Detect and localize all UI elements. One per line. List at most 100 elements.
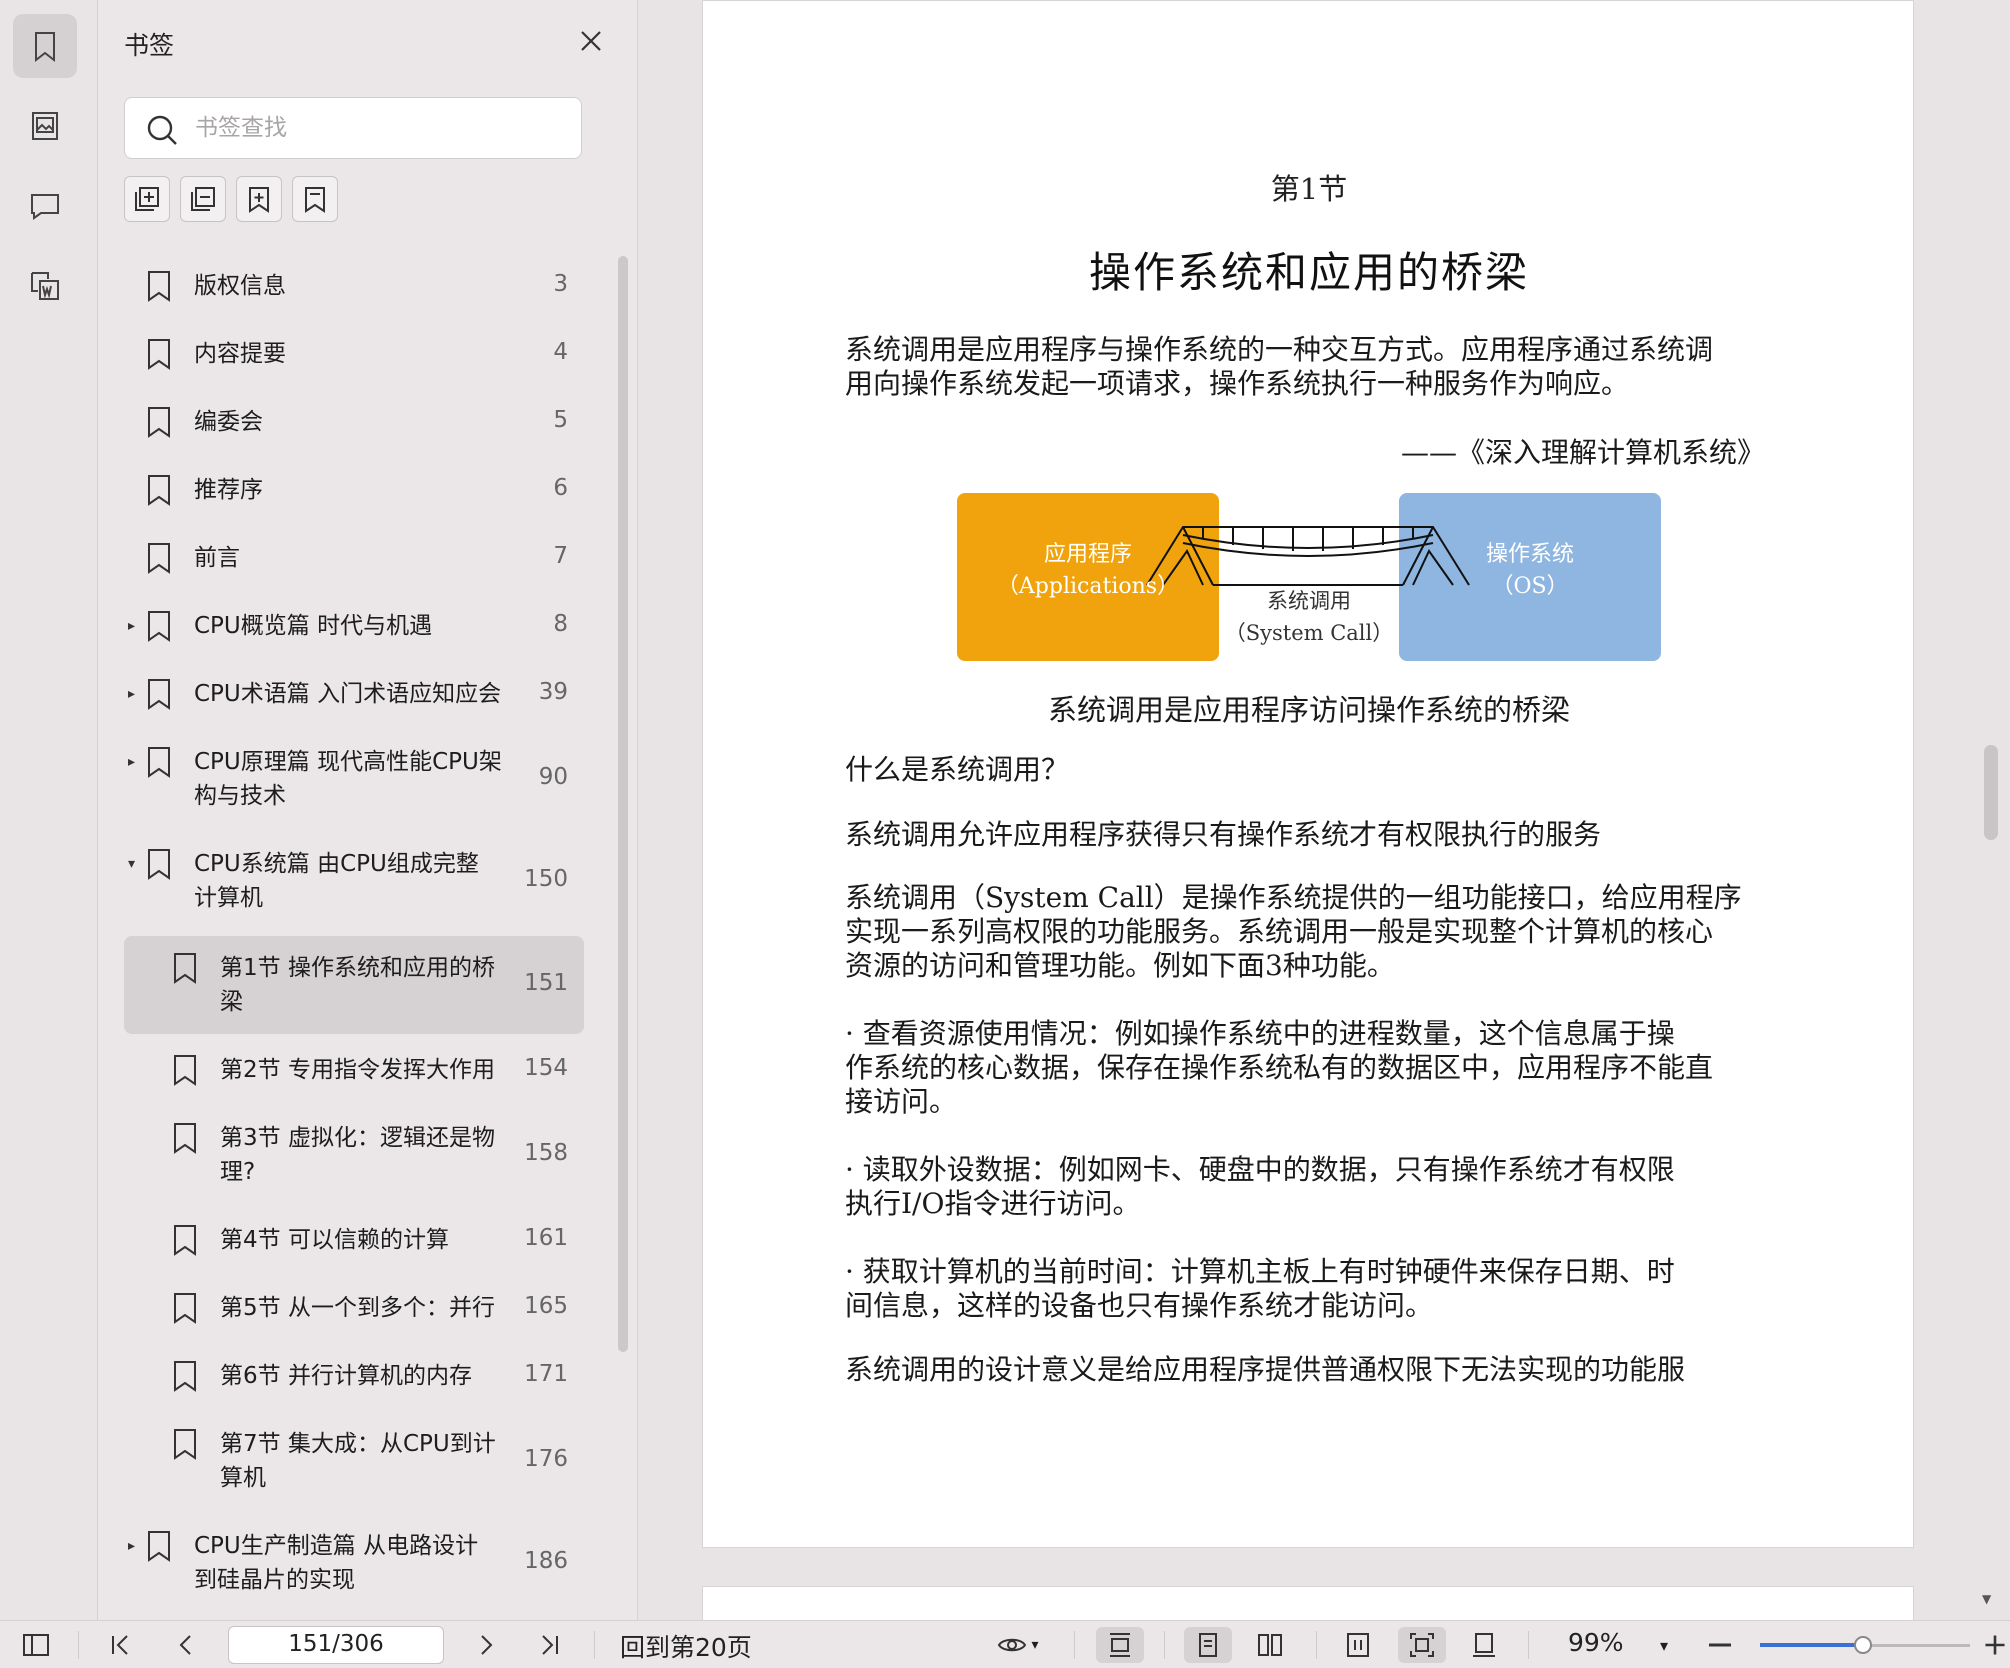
bookmark-item[interactable]: ▸ CPU概览篇 时代与机遇 8 [124,592,584,660]
scroll-down-arrow-icon[interactable]: ▼ [1982,1592,1991,1606]
chevron-down-icon: ▾ [1031,1637,1039,1653]
bookmark-icon [172,1224,198,1256]
applications-sublabel: （Applications） [996,574,1180,599]
divider [1074,1631,1075,1659]
bookmark-label: CPU概览篇 时代与机遇 [194,613,433,639]
bookmark-item[interactable]: 第5节 从一个到多个：并行 165 [124,1274,584,1342]
expand-arrow-icon[interactable]: ▸ [128,754,144,770]
comment-icon [31,194,59,220]
zoom-level[interactable]: 99% [1568,1628,1624,1657]
bookmark-label-line2: 到硅晶片的实现 [194,1567,355,1593]
bookmark-item[interactable]: 第2节 专用指令发挥大作用 154 [124,1036,584,1104]
bullet-line: 接访问。 [845,1085,958,1118]
comment-panel-button[interactable] [13,174,77,238]
bookmark-item[interactable]: 内容提要 4 [124,320,584,388]
bookmark-page: 161 [524,1225,568,1251]
divider [1316,1631,1317,1659]
bookmark-icon [146,610,172,642]
paragraph-line: 系统调用（System Call）是操作系统提供的一组功能接口，给应用程序 [845,881,1742,914]
bookmark-item[interactable]: 推荐序 6 [124,456,584,524]
first-page-button[interactable] [100,1627,140,1663]
bookmark-panel-button[interactable] [13,14,77,78]
bookmark-panel: 书签 版权信息 3 内容提要 4 [98,0,638,1620]
zoom-out-button[interactable] [1700,1627,1740,1663]
fit-width-icon [1110,1633,1130,1657]
bookmark-item[interactable]: 第6节 并行计算机的内存 171 [124,1342,584,1410]
chevron-right-icon [481,1635,493,1655]
bookmark-label: 第6节 并行计算机的内存 [220,1363,472,1389]
thumbnail-panel-button[interactable] [13,94,77,158]
figure-caption: 系统调用是应用程序访问操作系统的桥梁 [1047,693,1570,727]
bookmark-icon [172,952,198,984]
fit-width-button[interactable] [1096,1627,1144,1663]
bookmark-scrollbar[interactable] [618,256,628,1352]
bookmark-icon [146,406,172,438]
two-page-icon [1258,1634,1282,1656]
single-page-icon [1199,1633,1217,1657]
actual-size-icon [1347,1633,1369,1657]
bookmark-item[interactable]: ▸ CPU原理篇 现代高性能CPU架 构与技术 90 [124,728,584,830]
close-panel-button[interactable] [576,26,606,56]
bookmark-label: 第5节 从一个到多个：并行 [220,1295,495,1321]
bookmark-item-current[interactable]: 第1节 操作系统和应用的桥 梁 151 [124,936,584,1034]
previous-page-button[interactable] [166,1627,206,1663]
back-to-page-button[interactable]: 回到第20页 [620,1628,752,1664]
toggle-sidebar-button[interactable] [16,1627,56,1663]
bookmark-page: 7 [553,543,568,569]
bookmark-icon [146,542,172,574]
zoom-in-button[interactable] [1982,1627,2008,1663]
section-number: 第1节 [1270,172,1348,206]
last-page-button[interactable] [530,1627,570,1663]
bookmark-item[interactable]: 版权信息 3 [124,252,584,320]
bookmark-page: 6 [553,475,568,501]
actual-size-button[interactable] [1334,1627,1382,1663]
bookmark-manage-button[interactable] [292,176,338,222]
sidebar-toggle-icon [23,1634,49,1656]
expand-arrow-icon[interactable]: ▸ [128,618,144,634]
bookmark-item[interactable]: 第4节 可以信赖的计算 161 [124,1206,584,1274]
bookmark-label-line1: 第7节 集大成：从CPU到计 [220,1431,496,1457]
divider [78,1631,79,1659]
divider [1528,1631,1529,1659]
bookmark-item[interactable]: 编委会 5 [124,388,584,456]
bullet-line: · 获取计算机的当前时间：计算机主板上有时钟硬件来保存日期、时 [845,1255,1675,1288]
convert-panel-button[interactable] [13,254,77,318]
bullet-line: 作系统的核心数据，保存在操作系统私有的数据区中，应用程序不能直 [845,1051,1714,1084]
reading-mode-button[interactable]: ▾ [986,1627,1050,1663]
plus-icon [1985,1635,2005,1655]
expand-arrow-icon[interactable]: ▸ [128,1538,144,1554]
bookmark-item[interactable]: ▾ CPU系统篇 由CPU组成完整 计算机 150 [124,830,584,932]
expand-all-button[interactable] [124,176,170,222]
rotate-page-button[interactable] [1460,1627,1508,1663]
bookmark-item[interactable]: 前言 7 [124,524,584,592]
bookmark-icon [172,1054,198,1086]
two-page-button[interactable] [1246,1627,1294,1663]
bookmark-label: 编委会 [194,409,263,435]
document-scrollbar[interactable] [1984,745,1998,840]
zoom-slider-knob[interactable] [1854,1636,1872,1654]
zoom-dropdown-button[interactable]: ▾ [1652,1627,1676,1663]
section-title: 操作系统和应用的桥梁 [1088,248,1529,297]
bookmark-page: 3 [553,271,568,297]
expand-arrow-icon[interactable]: ▸ [128,686,144,702]
single-page-button[interactable] [1184,1627,1232,1663]
collapse-all-button[interactable] [180,176,226,222]
collapse-arrow-icon[interactable]: ▾ [128,856,144,872]
bookmark-label-line1: CPU原理篇 现代高性能CPU架 [194,749,502,775]
next-page-button[interactable] [466,1627,506,1663]
bookmark-search [124,97,582,159]
bookmark-item[interactable]: ▸ CPU术语篇 入门术语应知应会 39 [124,660,584,728]
zoom-slider-fill [1760,1643,1863,1647]
bookmark-search-input[interactable] [195,108,565,148]
fit-page-button[interactable] [1398,1627,1446,1663]
bookmark-item[interactable]: ▸ CPU生产制造篇 从电路设计 到硅晶片的实现 186 [124,1512,584,1614]
add-bookmark-button[interactable] [236,176,282,222]
bookmark-item[interactable]: 第3节 虚拟化：逻辑还是物 理? 158 [124,1104,584,1206]
bookmark-item[interactable]: 第7节 集大成：从CPU到计 算机 176 [124,1410,584,1512]
bookmark-page: 39 [538,679,568,705]
bookmark-label: 第2节 专用指令发挥大作用 [220,1057,495,1083]
page-number-input[interactable]: 151/306 [228,1626,444,1664]
bookmark-page: 154 [524,1055,568,1081]
paragraph: 系统调用的设计意义是给应用程序提供普通权限下无法实现的功能服 [845,1353,1686,1386]
chevron-left-icon [179,1635,191,1655]
